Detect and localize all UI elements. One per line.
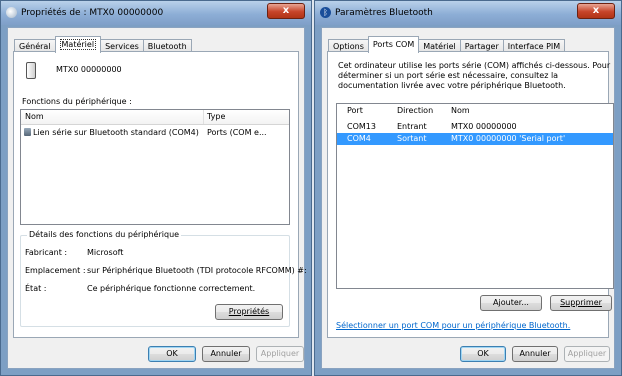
remove-button[interactable]: Supprimer	[550, 295, 612, 311]
manufacturer-value: Microsoft	[87, 248, 124, 257]
title-bar[interactable]: ᛒ Paramètres Bluetooth x	[315, 1, 621, 25]
location-value: sur Périphérique Bluetooth (TDI protocol…	[87, 266, 307, 275]
com-ports-list[interactable]: Port Direction Nom COM13 Entrant MTX0 00…	[336, 103, 614, 289]
name-cell: MTX0 00000000	[451, 122, 517, 131]
direction-cell: Sortant	[397, 134, 427, 143]
tab-label: Matériel	[59, 39, 97, 50]
tab-bar: Options Ports COM Matériel Partager Interfac…	[328, 36, 566, 53]
select-com-port-link[interactable]: Sélectionner un port COM pour un périphé…	[336, 321, 570, 330]
column-header-name[interactable]: Nom	[25, 112, 44, 121]
close-button[interactable]: x	[267, 3, 305, 19]
port-icon	[24, 128, 31, 136]
window-icon	[6, 7, 17, 18]
bluetooth-icon: ᛒ	[320, 7, 331, 18]
name-cell: MTX0 00000000 'Serial port'	[451, 134, 566, 143]
properties-button[interactable]: Propriétés	[215, 304, 283, 320]
tab-hardware[interactable]: Matériel	[54, 36, 102, 53]
device-details-group: Détails des fonctions du périphérique Fa…	[20, 230, 307, 327]
column-header-port[interactable]: Port	[347, 106, 363, 115]
state-label: État :	[25, 284, 47, 293]
group-title: Détails des fonctions du périphérique	[27, 230, 182, 239]
table-row[interactable]: COM13 Entrant MTX0 00000000	[337, 121, 613, 133]
tab-bar: Général Matériel Services Bluetooth	[14, 36, 192, 53]
ok-button[interactable]: OK	[148, 346, 196, 362]
cancel-button[interactable]: Annuler	[512, 346, 558, 362]
tab-panel: MTX0 00000000 Fonctions du périphérique …	[13, 51, 307, 338]
location-row: Emplacement : sur Périphérique Bluetooth…	[25, 266, 307, 275]
manufacturer-label: Fabricant :	[25, 248, 68, 257]
functions-label: Fonctions du périphérique :	[22, 97, 132, 106]
state-value: Ce périphérique fonctionne correctement.	[87, 284, 256, 293]
column-header-direction[interactable]: Direction	[397, 106, 433, 115]
state-row: État : Ce périphérique fonctionne correc…	[25, 284, 255, 293]
window-title: Paramètres Bluetooth	[335, 8, 433, 18]
location-label: Emplacement :	[25, 266, 86, 275]
manufacturer-row: Fabricant : Microsoft	[25, 248, 123, 257]
cancel-button[interactable]: Annuler	[202, 346, 250, 362]
function-name: Lien série sur Bluetooth standard (COM4)	[33, 128, 199, 137]
apply-button[interactable]: Appliquer	[256, 346, 304, 362]
button-label: Supprimer	[560, 298, 602, 307]
tab-com-ports[interactable]: Ports COM	[367, 36, 420, 53]
port-cell: COM4	[347, 134, 371, 143]
tab-panel: Cet ordinateur utilise les ports série (…	[327, 51, 614, 338]
dialog-body: Général Matériel Services Bluetooth MTX0 00…	[7, 27, 307, 369]
functions-list[interactable]: Nom Type Lien série sur Bluetooth standa…	[20, 109, 290, 225]
list-item[interactable]: Lien série sur Bluetooth standard (COM4)…	[21, 127, 289, 139]
dialog-body: Options Ports COM Matériel Partager Interfac…	[321, 27, 615, 369]
bluetooth-settings-window: ᛒ Paramètres Bluetooth x Options Ports CO…	[314, 0, 622, 376]
title-bar[interactable]: Propriétés de : MTX0 00000000 x	[1, 1, 311, 25]
apply-button[interactable]: Appliquer	[564, 346, 610, 362]
device-properties-window: Propriétés de : MTX0 00000000 x Général M…	[0, 0, 312, 376]
close-button[interactable]: x	[577, 3, 615, 19]
window-title: Propriétés de : MTX0 00000000	[21, 8, 164, 18]
ok-button[interactable]: OK	[460, 346, 506, 362]
device-icon	[26, 62, 36, 79]
description-text: Cet ordinateur utilise les ports série (…	[338, 61, 611, 90]
table-row-selected[interactable]: COM4 Sortant MTX0 00000000 'Serial port'	[337, 133, 613, 145]
column-header-name[interactable]: Nom	[451, 106, 470, 115]
device-name: MTX0 00000000	[56, 65, 122, 74]
list-header: Nom Type	[21, 110, 289, 125]
list-header: Port Direction Nom	[337, 104, 613, 118]
button-label: Propriétés	[228, 307, 270, 316]
column-header-type[interactable]: Type	[207, 112, 225, 121]
port-cell: COM13	[347, 122, 376, 131]
function-type: Ports (COM e...	[207, 128, 267, 137]
direction-cell: Entrant	[397, 122, 427, 131]
add-button[interactable]: Ajouter...	[480, 295, 542, 311]
